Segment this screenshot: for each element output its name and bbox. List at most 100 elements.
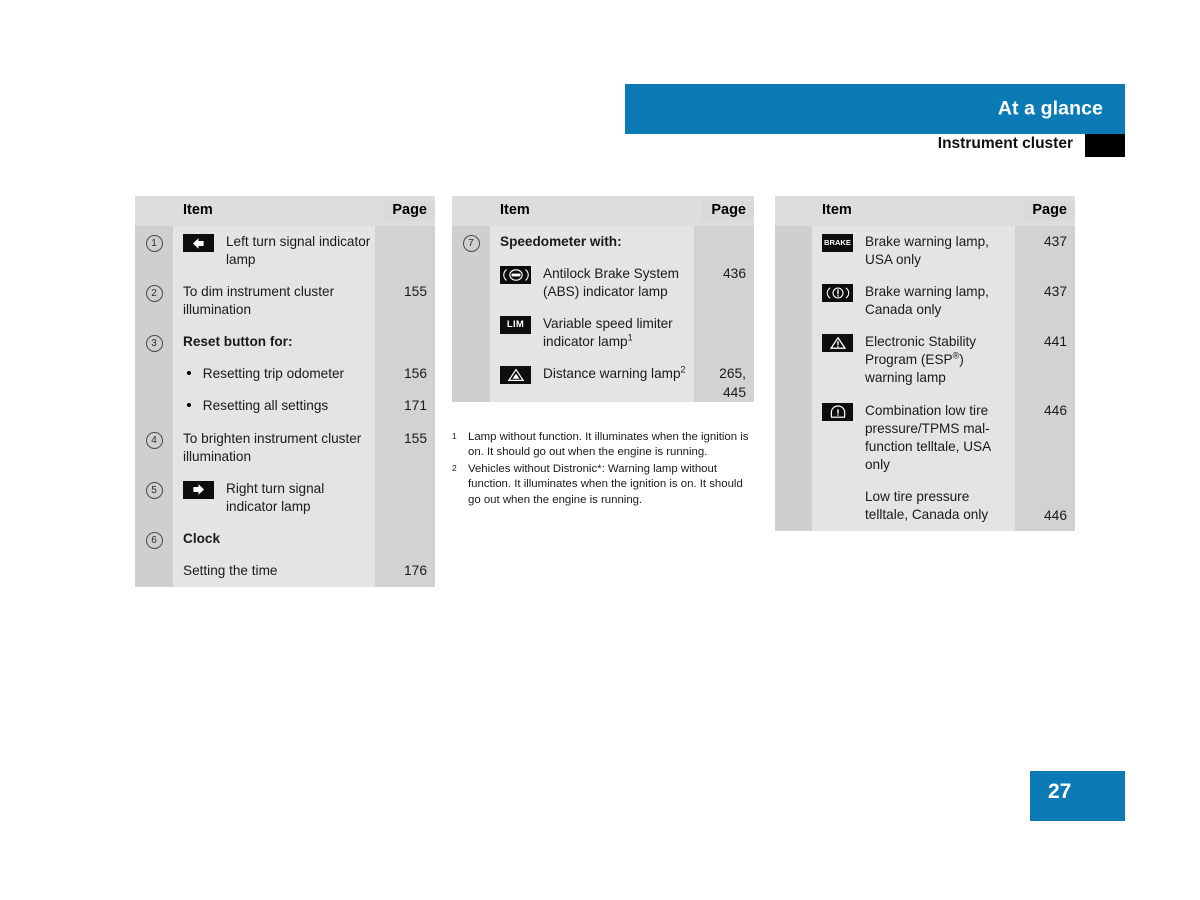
row-number-cell (135, 358, 173, 391)
row-page-cell (375, 522, 435, 555)
footnote-text: Vehicles without Distronic*: Warning lam… (468, 463, 743, 506)
row-page-cell: 171 (375, 390, 435, 423)
row-number-cell (135, 390, 173, 423)
page-ref: 437 (1043, 284, 1067, 300)
lim-icon-label: LIM (506, 318, 525, 330)
row-item-text: Distance warning lamp2 (531, 365, 686, 383)
row-item-cell: Right turn signal indicator lamp (173, 473, 375, 523)
table-row: Resetting all settings 171 (135, 390, 435, 423)
row-item-text: Antilock Brake System (ABS) indicator la… (543, 266, 679, 300)
row-page-cell: 265, 445 (694, 358, 754, 403)
page-title: At a glance (997, 97, 1103, 120)
column-header-page: Page (392, 202, 427, 219)
table-row: 7 Speedometer with: (452, 226, 754, 259)
row-item-cell: To brighten instrument cluster illuminat… (173, 423, 375, 473)
row-item-text: Clock (183, 530, 221, 546)
brake-usa-icon: BRAKE (822, 234, 853, 252)
page-ref-second: 445 (722, 384, 746, 400)
column-header-item: Item (822, 202, 852, 219)
header-page-cell: Page (383, 201, 435, 221)
callout-number: 4 (145, 431, 163, 449)
table-row: Setting the time 176 (135, 554, 435, 588)
callout-number: 1 (145, 235, 163, 252)
page-ref: 441 (1043, 334, 1067, 350)
chapter-thumb-marker (1085, 134, 1125, 157)
row-item-label: Variable speed limiter indicator lamp (543, 316, 673, 350)
row-item-text: To brighten instrument cluster illuminat… (183, 430, 362, 464)
row-number-cell (775, 226, 812, 277)
row-number-cell: 1 (135, 226, 173, 277)
table-row: Low tire pressure telltale, Canada only … (775, 480, 1075, 532)
row-item-text: Electronic Stability Program (ESP®) warn… (853, 333, 1011, 387)
column-header-page: Page (711, 202, 746, 219)
row-item-text: Speedometer with: (500, 234, 622, 249)
page-ref-first: 265, (719, 366, 746, 382)
row-page-cell: 437 (1015, 226, 1075, 277)
bullet-marker (183, 397, 199, 415)
row-item-label: Distance warning lamp (543, 366, 681, 382)
column-header-page: Page (1032, 202, 1067, 219)
table-header-row: Item Page (135, 196, 435, 226)
row-number-cell (775, 326, 812, 395)
row-item-cell: Left turn signal indicator lamp (173, 226, 375, 276)
row-page-cell (694, 226, 754, 259)
page-ref: 437 (1043, 234, 1067, 249)
row-page-cell (375, 472, 435, 523)
row-item-cell: Brake warning lamp, Canada only (812, 276, 1015, 326)
table-row: 5 Right turn signal indicator lamp (135, 472, 435, 523)
column-header-item: Item (183, 202, 213, 219)
row-item-cell: Setting the time (173, 555, 375, 587)
row-page-cell: 155 (375, 422, 435, 473)
header-item-cell: Item (490, 201, 702, 220)
row-number-cell (775, 480, 812, 532)
table-body: BRAKE Brake warning lamp, USA only 437 B… (775, 226, 1075, 532)
row-item-cell: Electronic Stability Program (ESP®) warn… (812, 326, 1015, 394)
row-item-text: Setting the time (183, 562, 278, 578)
page-ref: 155 (403, 284, 427, 300)
row-page-cell (694, 308, 754, 359)
row-page-cell: 436 (694, 258, 754, 309)
row-number-cell: 3 (135, 326, 173, 359)
callout-number: 2 (145, 285, 163, 303)
footnote-marker: 1 (452, 431, 457, 441)
bullet-marker (183, 365, 199, 383)
distance-warning-icon (500, 366, 531, 385)
header-page-cell: Page (702, 201, 754, 221)
row-page-cell (375, 326, 435, 359)
row-page-cell: 446 (1015, 480, 1075, 532)
table-row: Brake warning lamp, Canada only 437 (775, 276, 1075, 327)
callout-number: 6 (145, 531, 163, 549)
table-row: Combination low tire pressure/TPMS mal-f… (775, 394, 1075, 481)
row-item-cell: Reset button for: (173, 326, 375, 358)
table-middle: Item Page 7 Speedometer with: Antilock B… (452, 196, 754, 403)
right-turn-signal-icon (183, 480, 214, 499)
table-row: Antilock Brake System (ABS) indicator la… (452, 258, 754, 309)
page-ref: 446 (1043, 402, 1067, 418)
table-row: Resetting trip odometer 156 (135, 358, 435, 391)
callout-number: 7 (462, 235, 480, 252)
footnote-ref: 2 (680, 364, 686, 375)
page-ref: 155 (403, 430, 427, 446)
row-item-cell: LIM Variable speed limiter indicator lam… (490, 308, 694, 358)
header-item-cell: Item (812, 201, 1023, 220)
brake-icon-label: BRAKE (823, 237, 851, 247)
row-item-cell: Antilock Brake System (ABS) indicator la… (490, 258, 694, 308)
footnote-marker: 2 (452, 463, 457, 474)
row-item-cell: Resetting trip odometer (173, 358, 375, 390)
page-ref: 446 (1043, 507, 1067, 523)
footnote-item: 2 Vehicles without Distronic*: Warning l… (452, 462, 757, 507)
table-row: Electronic Stability Program (ESP®) warn… (775, 326, 1075, 395)
row-number-cell: 4 (135, 422, 173, 473)
table-row: 3 Reset button for: (135, 326, 435, 359)
row-page-cell: 156 (375, 358, 435, 391)
row-number-cell (452, 358, 490, 403)
page-ref: 156 (403, 366, 427, 382)
row-number-cell: 7 (452, 226, 490, 259)
left-turn-signal-icon (183, 234, 214, 252)
table-header-row: Item Page (775, 196, 1075, 226)
page-number: 27 (1048, 780, 1072, 803)
table-right: Item Page BRAKE Brake warning lamp, USA … (775, 196, 1075, 532)
header-item-cell: Item (173, 201, 383, 220)
row-item-text: Left turn signal indicator lamp (226, 234, 371, 268)
page-ref: 171 (403, 398, 427, 414)
